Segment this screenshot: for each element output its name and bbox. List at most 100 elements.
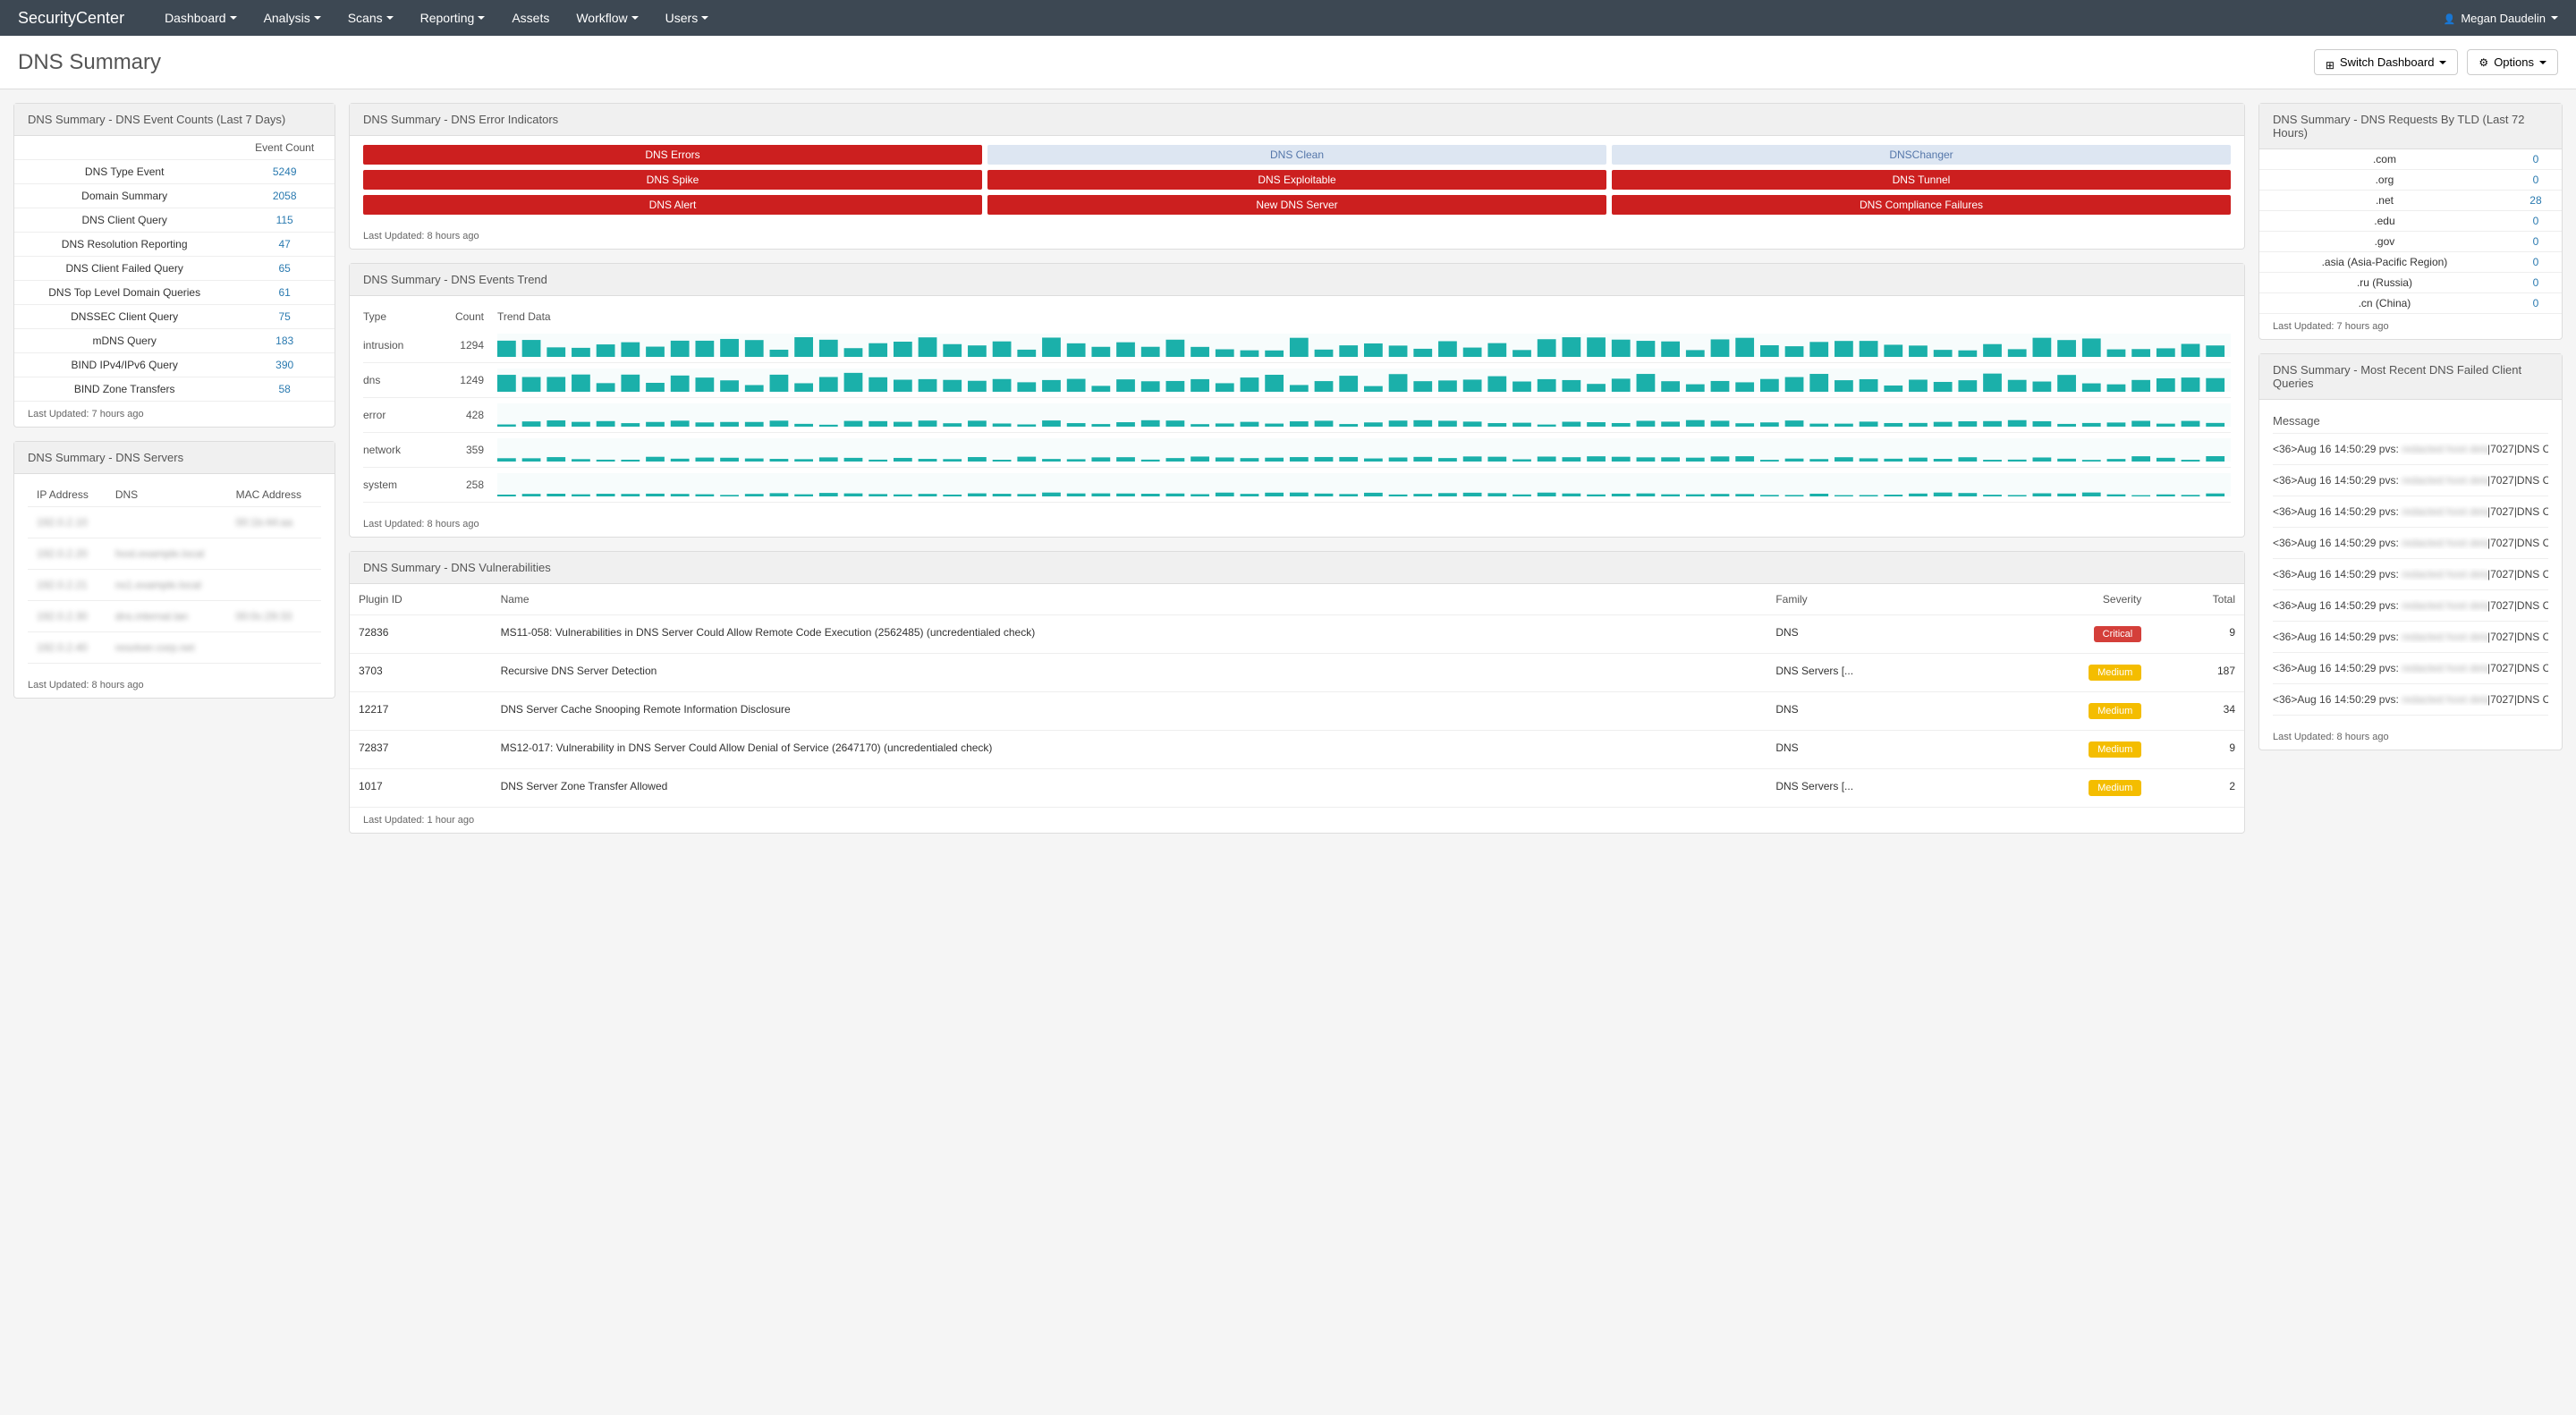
user-menu[interactable]: Megan Daudelin <box>2444 12 2558 25</box>
tld-count[interactable]: 0 <box>2533 256 2539 268</box>
event-label: DNS Client Failed Query <box>14 257 234 281</box>
event-count[interactable]: 47 <box>278 238 290 250</box>
table-row[interactable]: 192.0.2.30dns.internal.lan00:0c:29:33 <box>28 601 321 632</box>
tld-count[interactable]: 0 <box>2533 297 2539 309</box>
trend-row[interactable]: system258 <box>363 468 2231 503</box>
trend-type: error <box>363 409 444 421</box>
message-row[interactable]: <36>Aug 16 14:50:29 pvs: redacted host d… <box>2273 559 2548 590</box>
indicator-dns-compliance-failures[interactable]: DNS Compliance Failures <box>1612 195 2231 215</box>
tld-label: .org <box>2259 170 2510 191</box>
event-label: DNS Top Level Domain Queries <box>14 281 234 305</box>
nav-item-users[interactable]: Users <box>652 2 723 34</box>
event-count[interactable]: 58 <box>278 383 290 395</box>
table-row[interactable]: 192.0.2.1000:1b:44:aa <box>28 507 321 538</box>
nav-item-assets[interactable]: Assets <box>498 2 563 34</box>
error-indicators-panel: DNS Summary - DNS Error Indicators DNS E… <box>349 103 2245 250</box>
table-row[interactable]: 192.0.2.40resolver.corp.net <box>28 632 321 664</box>
dns-servers-panel: DNS Summary - DNS Servers IP AddressDNSM… <box>13 441 335 699</box>
message-row[interactable]: <36>Aug 16 14:50:29 pvs: redacted host d… <box>2273 684 2548 716</box>
message-row[interactable]: <36>Aug 16 14:50:29 pvs: redacted host d… <box>2273 622 2548 653</box>
table-row: .ru (Russia)0 <box>2259 273 2562 293</box>
plugin-id: 3703 <box>350 654 492 692</box>
trend-row[interactable]: dns1249 <box>363 363 2231 398</box>
message-tail: |7027|DNS C <box>2487 443 2548 455</box>
tld-count[interactable]: 0 <box>2533 215 2539 227</box>
table-row: Domain Summary2058 <box>14 184 335 208</box>
message-row[interactable]: <36>Aug 16 14:50:29 pvs: redacted host d… <box>2273 434 2548 465</box>
tld-count[interactable]: 0 <box>2533 153 2539 165</box>
trend-row[interactable]: error428 <box>363 398 2231 433</box>
failed-queries-panel: DNS Summary - Most Recent DNS Failed Cli… <box>2258 353 2563 750</box>
vuln-row[interactable]: 72836MS11-058: Vulnerabilities in DNS Se… <box>350 615 2244 654</box>
vuln-row[interactable]: 1017DNS Server Zone Transfer AllowedDNS … <box>350 769 2244 808</box>
server-mac: 00:1b:44:aa <box>236 516 292 529</box>
tld-count[interactable]: 28 <box>2529 194 2541 207</box>
nav-item-workflow[interactable]: Workflow <box>563 2 651 34</box>
vuln-name: MS11-058: Vulnerabilities in DNS Server … <box>492 615 1767 654</box>
chevron-down-icon <box>631 16 639 20</box>
indicator-dns-exploitable[interactable]: DNS Exploitable <box>987 170 1606 190</box>
table-row[interactable]: 192.0.2.20host.example.local <box>28 538 321 570</box>
event-count[interactable]: 2058 <box>273 190 297 202</box>
table-row[interactable]: 192.0.2.21ns1.example.local <box>28 570 321 601</box>
event-counts-panel: DNS Summary - DNS Event Counts (Last 7 D… <box>13 103 335 428</box>
panel-title: DNS Summary - DNS Vulnerabilities <box>350 552 2244 584</box>
chevron-down-icon <box>386 16 394 20</box>
indicator-dns-errors[interactable]: DNS Errors <box>363 145 982 165</box>
event-count[interactable]: 183 <box>275 335 293 347</box>
nav-item-dashboard[interactable]: Dashboard <box>151 2 250 34</box>
event-counts-table: Event Count DNS Type Event5249Domain Sum… <box>14 136 335 402</box>
tld-count[interactable]: 0 <box>2533 174 2539 186</box>
vuln-row[interactable]: 3703Recursive DNS Server DetectionDNS Se… <box>350 654 2244 692</box>
nav-label: Assets <box>512 11 549 25</box>
indicator-dnschanger[interactable]: DNSChanger <box>1612 145 2231 165</box>
col-header: Event Count <box>234 136 335 160</box>
switch-dashboard-button[interactable]: Switch Dashboard <box>2314 49 2459 75</box>
message-row[interactable]: <36>Aug 16 14:50:29 pvs: redacted host d… <box>2273 465 2548 496</box>
message-row[interactable]: <36>Aug 16 14:50:29 pvs: redacted host d… <box>2273 590 2548 622</box>
table-row: .com0 <box>2259 149 2562 170</box>
nav-label: Scans <box>348 11 383 25</box>
vuln-name: DNS Server Cache Snooping Remote Informa… <box>492 692 1767 731</box>
indicator-dns-clean[interactable]: DNS Clean <box>987 145 1606 165</box>
trend-type: dns <box>363 374 444 386</box>
tld-count[interactable]: 0 <box>2533 276 2539 289</box>
nav-menu: DashboardAnalysis Scans Reporting Assets Wor… <box>151 2 2444 34</box>
trend-header: Type Count Trend Data <box>363 305 2231 328</box>
trend-row[interactable]: intrusion1294 <box>363 328 2231 363</box>
table-row: mDNS Query183 <box>14 329 335 353</box>
vuln-row[interactable]: 12217DNS Server Cache Snooping Remote In… <box>350 692 2244 731</box>
event-count[interactable]: 390 <box>275 359 293 371</box>
event-count[interactable]: 115 <box>276 214 293 226</box>
indicator-new-dns-server[interactable]: New DNS Server <box>987 195 1606 215</box>
vuln-total: 2 <box>2150 769 2244 808</box>
message-tail: |7027|DNS C <box>2487 693 2548 706</box>
vuln-row[interactable]: 72837MS12-017: Vulnerability in DNS Serv… <box>350 731 2244 769</box>
event-count[interactable]: 75 <box>278 310 290 323</box>
event-count[interactable]: 5249 <box>273 165 297 178</box>
indicator-dns-spike[interactable]: DNS Spike <box>363 170 982 190</box>
message-text: <36>Aug 16 14:50:29 pvs: redacted host d… <box>2273 443 2487 455</box>
plugin-id: 72837 <box>350 731 492 769</box>
trend-row[interactable]: network359 <box>363 433 2231 468</box>
tld-count[interactable]: 0 <box>2533 235 2539 248</box>
server-mac: 00:0c:29:33 <box>236 610 292 623</box>
vuln-total: 34 <box>2150 692 2244 731</box>
nav-item-analysis[interactable]: Analysis <box>250 2 335 34</box>
vuln-family: DNS <box>1767 692 1987 731</box>
event-count[interactable]: 65 <box>278 262 290 275</box>
event-count[interactable]: 61 <box>278 286 290 299</box>
table-row: DNS Top Level Domain Queries 61 <box>14 281 335 305</box>
nav-item-reporting[interactable]: Reporting <box>407 2 499 34</box>
message-row[interactable]: <36>Aug 16 14:50:29 pvs: redacted host d… <box>2273 653 2548 684</box>
indicator-dns-tunnel[interactable]: DNS Tunnel <box>1612 170 2231 190</box>
indicator-dns-alert[interactable]: DNS Alert <box>363 195 982 215</box>
nav-item-scans[interactable]: Scans <box>335 2 407 34</box>
options-button[interactable]: Options <box>2467 49 2558 75</box>
message-row[interactable]: <36>Aug 16 14:50:29 pvs: redacted host d… <box>2273 496 2548 528</box>
trend-type: system <box>363 479 444 491</box>
message-row[interactable]: <36>Aug 16 14:50:29 pvs: redacted host d… <box>2273 528 2548 559</box>
server-ip: 192.0.2.21 <box>37 579 88 591</box>
page-header: DNS Summary Switch Dashboard Options <box>0 36 2576 89</box>
brand-logo[interactable]: SecurityCenter <box>18 9 124 28</box>
